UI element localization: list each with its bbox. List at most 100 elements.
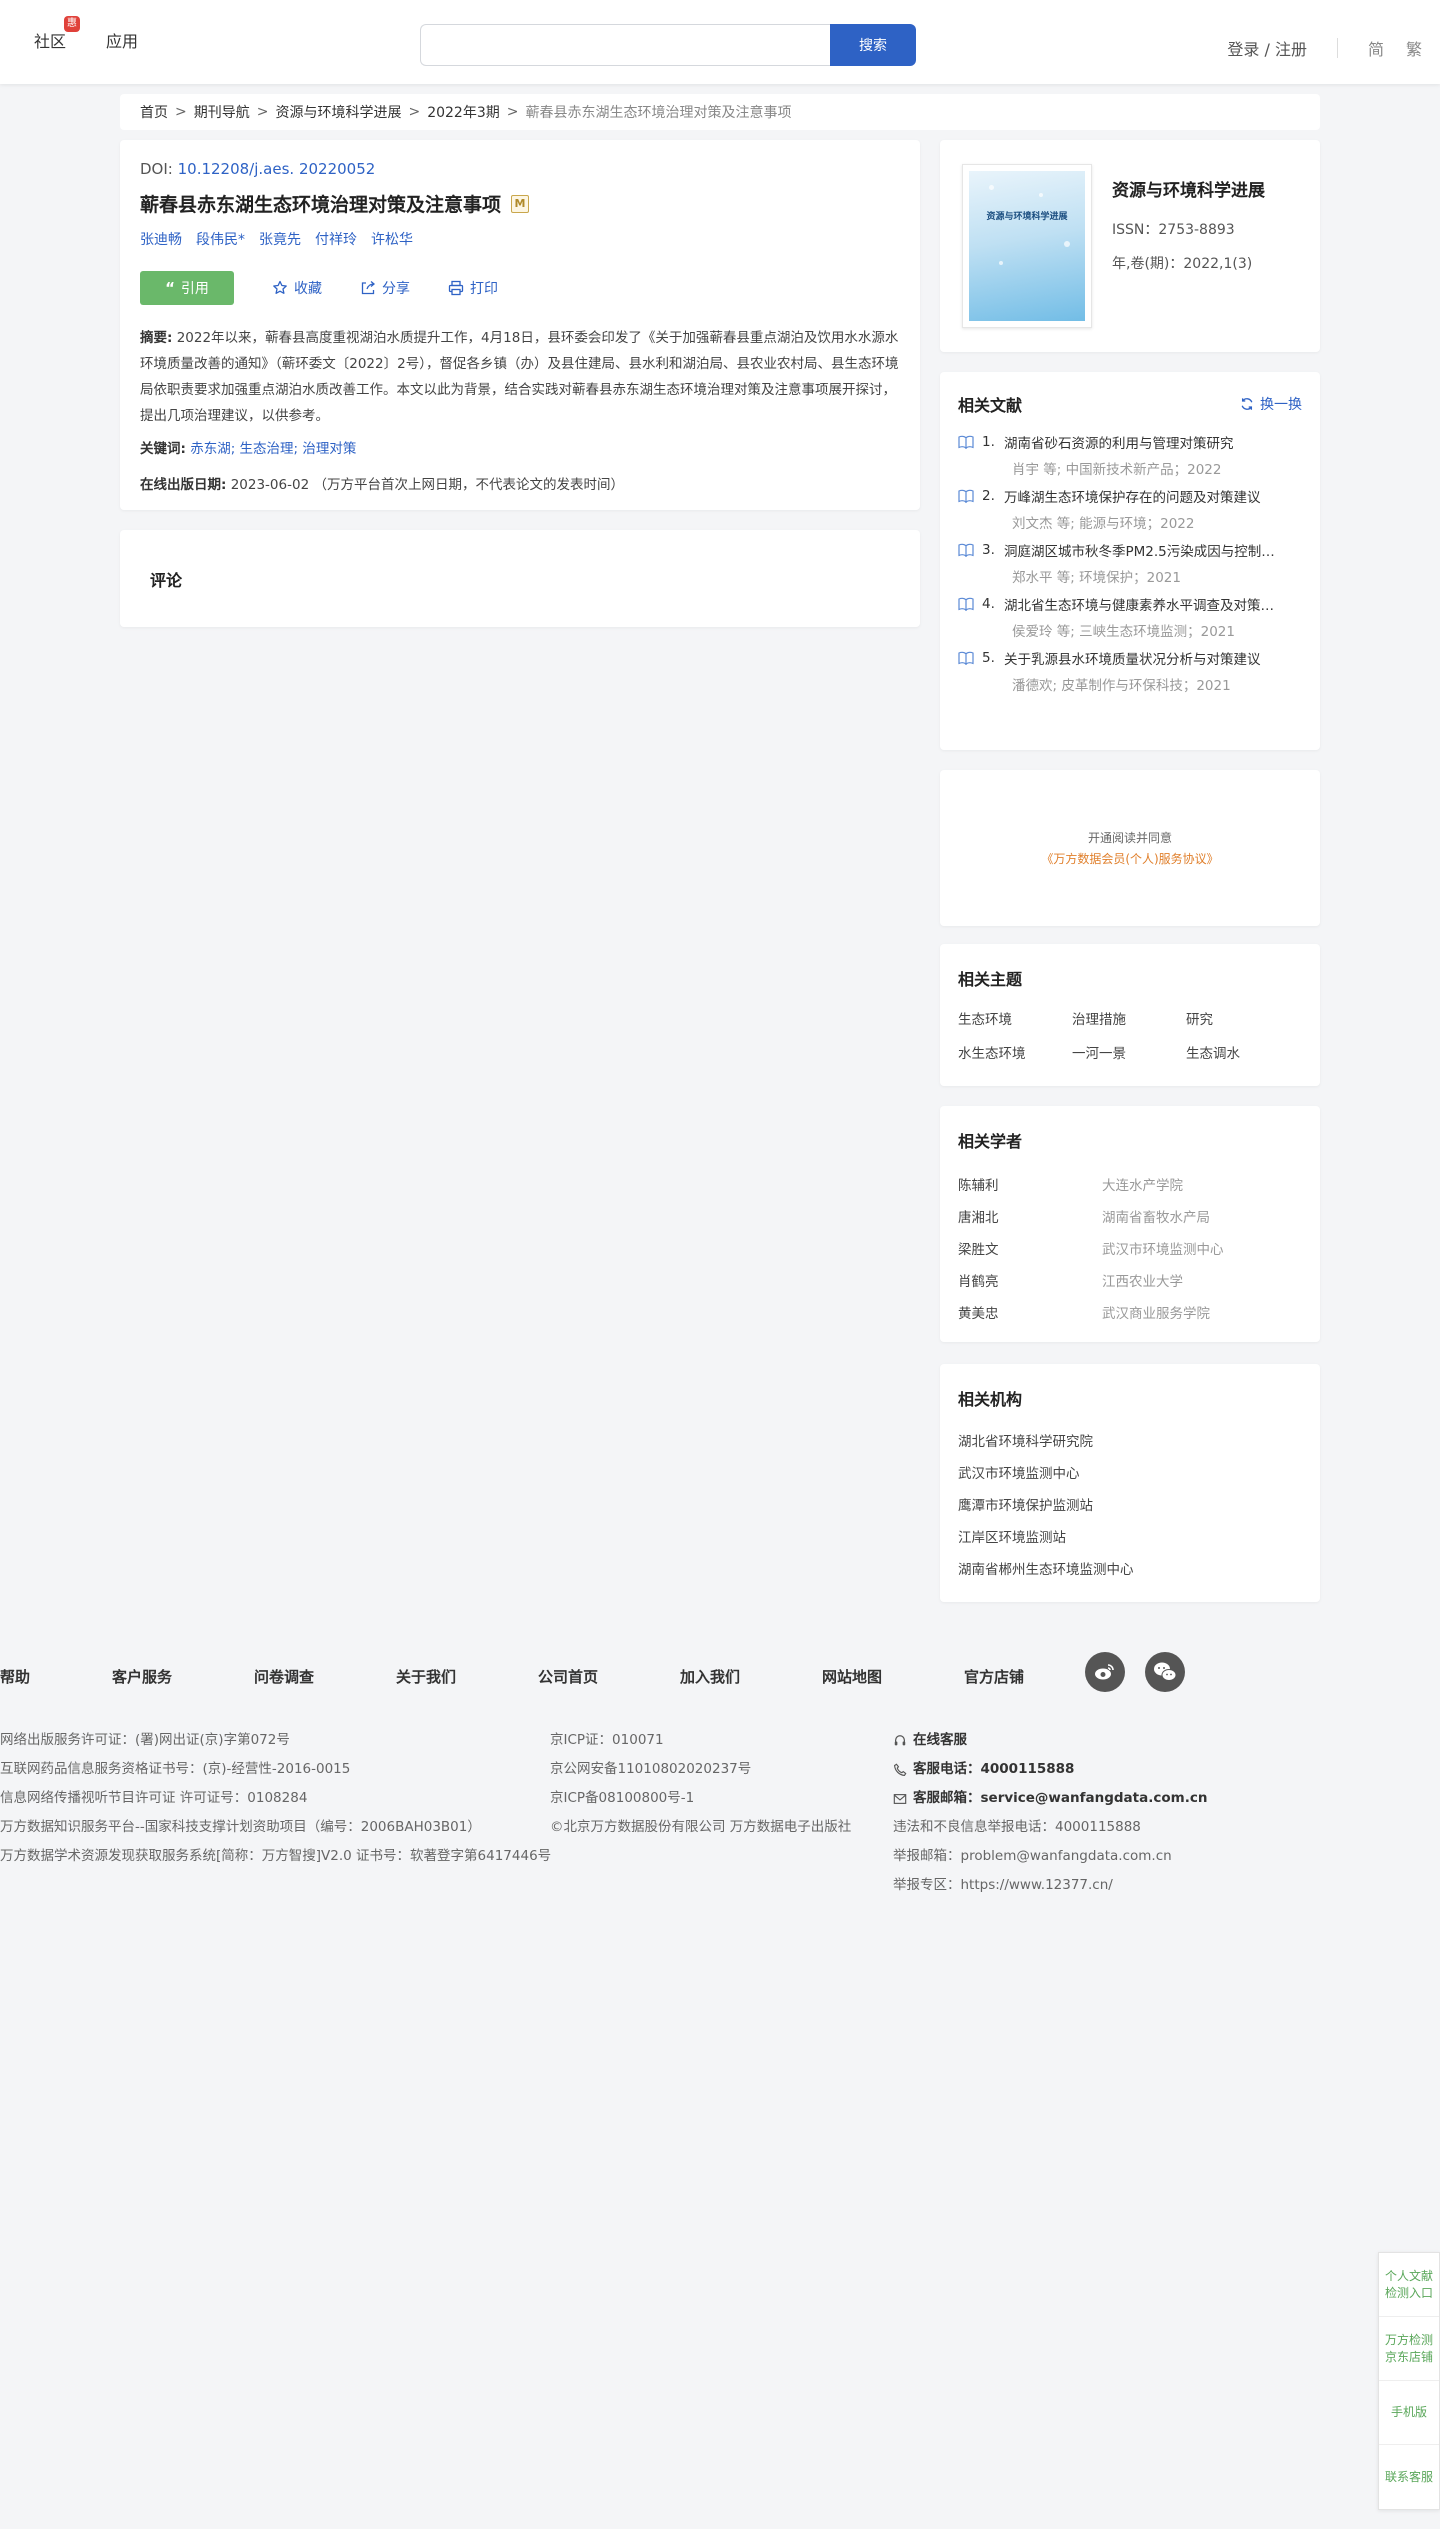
footer-link-service[interactable]: 客户服务 [112, 1666, 254, 1687]
book-icon [958, 597, 974, 611]
doc-meta: 郑水平 等; 环境保护；2021 [1012, 570, 1181, 586]
footer: 帮助 客户服务 问卷调查 关于我们 公司首页 加入我们 网站地图 官方店铺 网络… [0, 1630, 1440, 2529]
org-link[interactable]: 湖北省环境科学研究院 [958, 1426, 1302, 1458]
breadcrumb-separator: > [256, 104, 269, 120]
nav-community[interactable]: 社区惠 [34, 16, 81, 52]
doc-title-link[interactable]: 关于乳源县水环境质量状况分析与对策建议 [1004, 648, 1294, 668]
report-zone-link[interactable]: 举报专区：https://www.12377.cn/ [893, 1871, 1207, 1900]
refresh-icon [1241, 398, 1253, 410]
side-jd-store[interactable]: 万方检测京东店铺 [1379, 2317, 1439, 2381]
side-plagiarism-check[interactable]: 个人文献检测入口 [1379, 2253, 1439, 2317]
online-service-link[interactable]: 在线客服 [893, 1726, 1207, 1755]
share-button[interactable]: 分享 [360, 278, 410, 298]
topic-link[interactable]: 一河一景 [1072, 1042, 1186, 1062]
footer-licenses: 网络出版服务许可证：(署)网出证(京)字第072号 互联网药品信息服务资格证书号… [0, 1726, 551, 1871]
scholar-org: 武汉市环境监测中心 [1102, 1242, 1224, 1258]
search-box: 搜索 [420, 24, 916, 66]
topic-link[interactable]: 生态环境 [958, 1008, 1072, 1028]
footer-link-help[interactable]: 帮助 [0, 1666, 112, 1687]
favorite-button[interactable]: 收藏 [272, 278, 322, 298]
side-contact-service[interactable]: 联系客服 [1379, 2445, 1439, 2509]
scholar-name[interactable]: 梁胜文 [958, 1238, 1102, 1258]
author-link[interactable]: 许松华 [371, 229, 413, 249]
footer-links: 帮助 客户服务 问卷调查 关于我们 公司首页 加入我们 网站地图 官方店铺 [0, 1666, 1064, 1687]
org-link[interactable]: 鹰潭市环境保护监测站 [958, 1490, 1302, 1522]
license-line: 信息网络传播视听节目许可证 许可证号：0108284 [0, 1790, 308, 1806]
scholar-org: 江西农业大学 [1102, 1274, 1183, 1290]
doi-link[interactable]: 10.12208/j.aes. 20220052 [178, 160, 376, 178]
breadcrumb-home[interactable]: 首页 [140, 102, 168, 122]
breadcrumb-issue[interactable]: 2022年3期 [427, 102, 500, 122]
printer-icon [448, 280, 464, 296]
doc-title-link[interactable]: 洞庭湖区城市秋冬季PM2.5污染成因与控制… [1004, 540, 1294, 560]
topic-link[interactable]: 水生态环境 [958, 1042, 1072, 1062]
journal-cover[interactable]: 资源与环境科学进展 [962, 164, 1092, 328]
scholar-name[interactable]: 唐湘北 [958, 1206, 1102, 1226]
footer-link-home[interactable]: 公司首页 [538, 1666, 680, 1687]
social-links [1085, 1652, 1185, 1692]
report-email: 举报邮箱：problem@wanfangdata.com.cn [893, 1848, 1172, 1864]
doc-meta: 肖宇 等; 中国新技术新产品；2022 [1012, 462, 1222, 478]
share-icon [361, 281, 376, 295]
related-docs-header: 相关文献 换一换 [958, 392, 1302, 416]
keywords-links[interactable]: 赤东湖; 生态治理; 治理对策 [190, 441, 356, 457]
login-register-link[interactable]: 登录 / 注册 [1227, 36, 1307, 60]
agreement-link[interactable]: 《万方数据会员(个人)服务协议》 [1041, 850, 1218, 867]
footer-link-join[interactable]: 加入我们 [680, 1666, 822, 1687]
journal-name[interactable]: 资源与环境科学进展 [1112, 176, 1265, 201]
list-item: 5. 关于乳源县水环境质量状况分析与对策建议 潘德欢; 皮革制作与环保科技；20… [958, 648, 1302, 694]
doc-title-link[interactable]: 湖北省生态环境与健康素养水平调查及对策… [1004, 594, 1294, 614]
doc-number: 1. [982, 434, 995, 450]
footer-link-sitemap[interactable]: 网站地图 [822, 1666, 964, 1687]
book-icon [958, 651, 974, 665]
author-list: 张迪畅 段伟民* 张竟先 付祥玲 许松华 [140, 229, 900, 249]
m-badge-icon: M [511, 194, 530, 213]
article-title: 蕲春县赤东湖生态环境治理对策及注意事项 [140, 194, 502, 216]
pubdate-line: 在线出版日期: 2023-06-02 （万方平台首次上网日期，不代表论文的发表时… [140, 473, 900, 493]
lang-simplified[interactable]: 简 [1368, 36, 1384, 60]
keywords-label: 关键词: [140, 441, 186, 457]
org-link[interactable]: 武汉市环境监测中心 [958, 1458, 1302, 1490]
breadcrumb-separator: > [175, 104, 187, 120]
author-link[interactable]: 段伟民* [196, 229, 245, 249]
search-button[interactable]: 搜索 [830, 24, 916, 66]
footer-icp: 京ICP证：010071 京公网安备11010802020237号 京ICP备0… [550, 1726, 851, 1842]
author-link[interactable]: 付祥玲 [315, 229, 357, 249]
doc-title-link[interactable]: 万峰湖生态环境保护存在的问题及对策建议 [1004, 486, 1294, 506]
search-input[interactable] [420, 24, 830, 66]
footer-link-store[interactable]: 官方店铺 [964, 1666, 1064, 1687]
doc-title-link[interactable]: 湖南省砂石资源的利用与管理对策研究 [1004, 432, 1294, 452]
topic-link[interactable]: 研究 [1186, 1008, 1300, 1028]
breadcrumb-separator: > [408, 104, 421, 120]
author-link[interactable]: 张迪畅 [140, 229, 182, 249]
nav-apps[interactable]: 应用 [106, 28, 138, 52]
weibo-icon[interactable] [1085, 1652, 1125, 1692]
article-actions: “ 引用 收藏 分享 打印 [140, 271, 900, 305]
org-link[interactable]: 江岸区环境监测站 [958, 1522, 1302, 1554]
doc-number: 2. [982, 488, 995, 504]
breadcrumb-journals[interactable]: 期刊导航 [194, 102, 250, 122]
icp-line: 京公网安备11010802020237号 [550, 1761, 752, 1777]
cite-button[interactable]: “ 引用 [140, 271, 234, 305]
list-item: 4. 湖北省生态环境与健康素养水平调查及对策… 侯爱玲 等; 三峡生态环境监测；… [958, 594, 1302, 640]
footer-link-about[interactable]: 关于我们 [396, 1666, 538, 1687]
cover-image: 资源与环境科学进展 [969, 171, 1085, 321]
topic-link[interactable]: 生态调水 [1186, 1042, 1300, 1062]
topic-grid: 生态环境 治理措施 研究 水生态环境 一河一景 生态调水 [958, 1008, 1302, 1062]
topic-link[interactable]: 治理措施 [1072, 1008, 1186, 1028]
scholar-name[interactable]: 黄美忠 [958, 1302, 1102, 1322]
lang-traditional[interactable]: 繁 [1406, 36, 1422, 60]
scholar-name[interactable]: 陈辅利 [958, 1174, 1102, 1194]
scholar-name[interactable]: 肖鹤亮 [958, 1270, 1102, 1290]
refresh-button[interactable]: 换一换 [1240, 394, 1302, 414]
wechat-icon[interactable] [1145, 1652, 1185, 1692]
footer-link-survey[interactable]: 问卷调查 [254, 1666, 396, 1687]
journal-info: 资源与环境科学进展 ISSN：2753-8893 年,卷(期)：2022,1(3… [1112, 164, 1265, 328]
author-link[interactable]: 张竟先 [259, 229, 301, 249]
breadcrumb-journal[interactable]: 资源与环境科学进展 [275, 102, 401, 122]
print-button[interactable]: 打印 [448, 278, 498, 298]
list-item: 3. 洞庭湖区城市秋冬季PM2.5污染成因与控制… 郑水平 等; 环境保护；20… [958, 540, 1302, 586]
scholars-list: 陈辅利 大连水产学院 唐湘北 湖南省畜牧水产局 梁胜文 武汉市环境监测中心 肖鹤亮 江西… [958, 1168, 1302, 1328]
org-link[interactable]: 湖南省郴州生态环境监测中心 [958, 1554, 1302, 1586]
side-mobile[interactable]: 手机版 [1379, 2381, 1439, 2445]
